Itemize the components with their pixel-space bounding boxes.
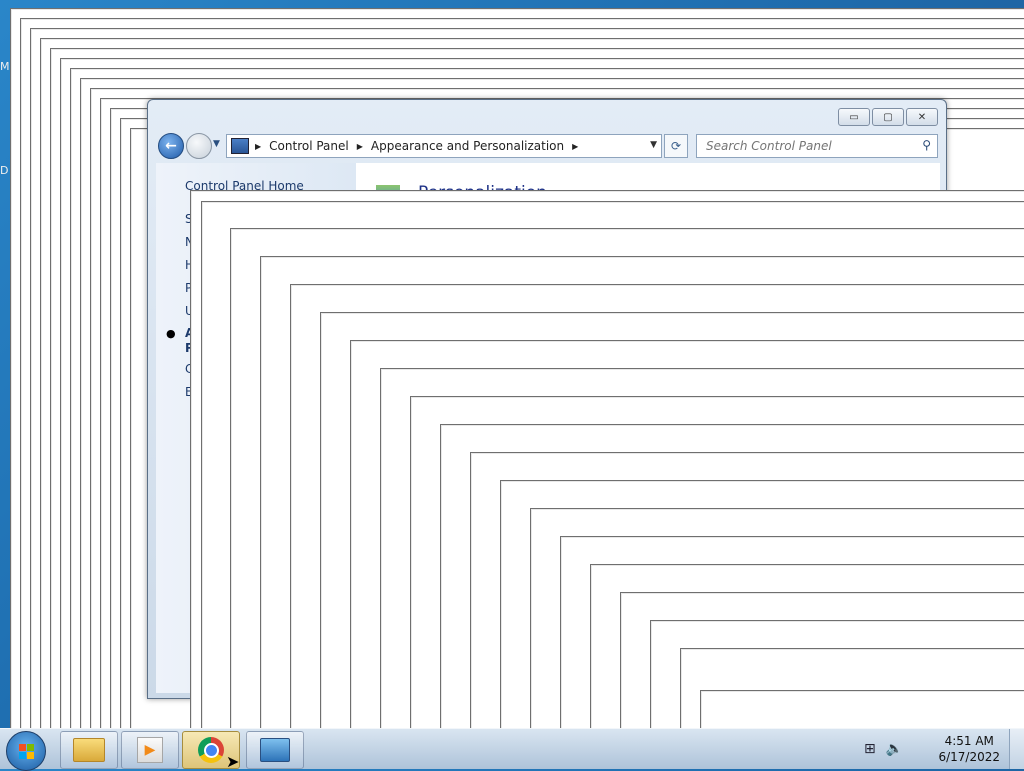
control-panel-icon — [260, 738, 290, 762]
desktop-icon-label: D — [0, 164, 9, 177]
clock[interactable]: 4:51 AM 6/17/2022 — [938, 733, 1000, 765]
forward-button[interactable] — [186, 133, 212, 159]
ghost-window — [700, 690, 1024, 728]
search-input[interactable] — [704, 138, 908, 154]
volume-icon[interactable]: 🔈 — [886, 741, 903, 757]
refresh-icon: ⟳ — [670, 139, 682, 153]
chevron-down-icon: ▼ — [213, 139, 220, 149]
current-item-bullet: ● — [166, 327, 176, 340]
system-tray: ⊞ 🔈 — [864, 741, 903, 757]
clock-time: 4:51 AM — [944, 734, 994, 748]
refresh-button[interactable]: ⟳ — [664, 134, 688, 158]
taskbar-windows-explorer[interactable] — [60, 731, 118, 769]
desktop-icon-label: M — [0, 60, 10, 73]
maximize-button[interactable]: ▢ — [872, 108, 904, 126]
minimize-button[interactable]: ▭ — [838, 108, 870, 126]
chevron-right-icon[interactable]: ▶ — [357, 142, 363, 151]
taskbar-control-panel[interactable] — [246, 731, 304, 769]
taskbar-media-player[interactable]: ▶ — [121, 731, 179, 769]
close-button[interactable]: ✕ — [906, 108, 938, 126]
breadcrumb-appearance[interactable]: Appearance and Personalization — [371, 139, 564, 153]
desktop: M D ▭ ▢ ✕ ← ▼ ▶ Control Panel ▶ Appearan… — [0, 0, 1024, 728]
address-bar[interactable]: ▶ Control Panel ▶ Appearance and Persona… — [226, 134, 662, 158]
breadcrumb-control-panel[interactable]: Control Panel — [269, 139, 349, 153]
taskbar: ▶ ⊞ 🔈 4:51 AM 6/17/2022 — [0, 728, 1024, 771]
chevron-right-icon[interactable]: ▶ — [255, 142, 261, 151]
back-button[interactable]: ← — [158, 133, 184, 159]
control-panel-icon — [231, 138, 249, 154]
folder-icon — [73, 738, 105, 762]
search-box[interactable]: ⚲ — [696, 134, 938, 158]
window-controls: ▭ ▢ ✕ — [838, 108, 938, 126]
media-player-icon: ▶ — [137, 737, 163, 763]
chrome-icon — [198, 737, 224, 763]
arrow-left-icon: ← — [165, 138, 177, 154]
search-icon[interactable]: ⚲ — [922, 138, 931, 152]
clock-date: 6/17/2022 — [938, 750, 1000, 764]
navigation-bar: ← ▼ ▶ Control Panel ▶ Appearance and Per… — [156, 133, 938, 159]
address-dropdown[interactable]: ▼ — [650, 140, 657, 150]
mouse-cursor-icon: ➤ — [226, 752, 240, 771]
show-desktop-button[interactable] — [1009, 729, 1024, 769]
windows-logo-icon — [18, 743, 34, 759]
start-button[interactable] — [6, 731, 46, 771]
recent-pages-dropdown[interactable]: ▼ — [213, 139, 220, 149]
chevron-right-icon[interactable]: ▶ — [572, 142, 578, 151]
network-icon[interactable]: ⊞ — [864, 741, 876, 757]
